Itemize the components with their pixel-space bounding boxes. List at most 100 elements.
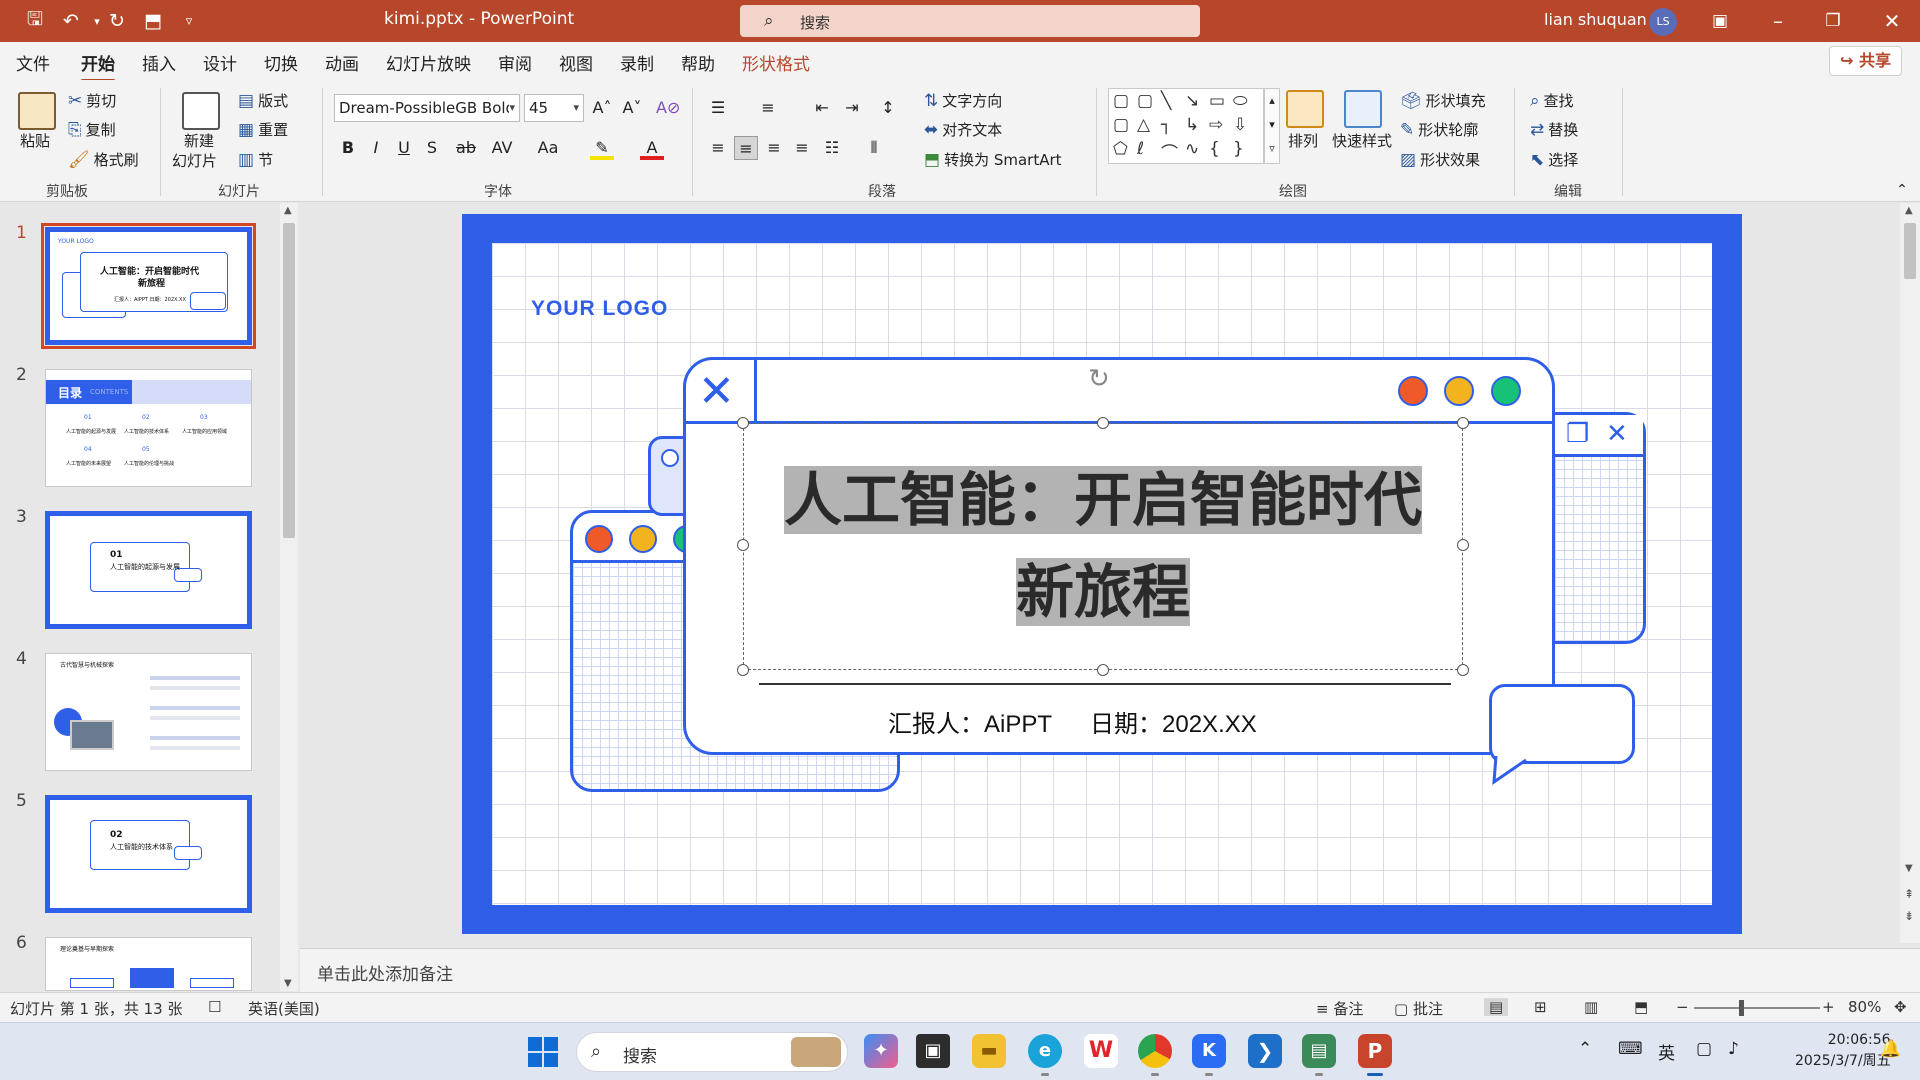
arrange-button[interactable]: 排列	[1288, 130, 1318, 151]
shape-gallery[interactable]: ▢ ▢ ╲ ↘ ▭ ⬭ ▢ △ ┐ ↳ ⇨ ⇩ ⬠ ℓ ⌒ ∿ { }	[1108, 88, 1264, 164]
section-button[interactable]: ▥ 节	[238, 149, 273, 170]
tab-file[interactable]: 文件	[16, 50, 50, 75]
align-right-icon[interactable]: ≡	[762, 136, 786, 160]
wps-icon[interactable]: W	[1084, 1034, 1118, 1068]
resize-handle[interactable]	[737, 539, 749, 551]
font-size-combo[interactable]: 45 ▾	[524, 94, 584, 122]
line-icon[interactable]: ╲	[1161, 91, 1171, 111]
tab-slideshow[interactable]: 幻灯片放映	[386, 50, 471, 75]
clear-format-icon[interactable]: A⊘	[656, 96, 680, 120]
share-button[interactable]: ↪ 共享	[1829, 46, 1902, 76]
right-arrow-icon[interactable]: ⇨	[1209, 115, 1223, 135]
slide-scrollbar[interactable]: ▲ ▼ ⇞ ⇟	[1900, 203, 1920, 943]
resize-handle[interactable]	[737, 417, 749, 429]
change-case-icon[interactable]: Aa	[536, 136, 560, 160]
slide-sorter-icon[interactable]: ⊞	[1534, 998, 1547, 1016]
slide-thumbnail-4[interactable]: 古代智慧与机械探索	[45, 653, 252, 771]
notes-pane[interactable]: 单击此处添加备注	[300, 948, 1920, 992]
system-clock[interactable]: 20:06:56 2025/3/7/周五	[1795, 1030, 1891, 1072]
smartart-button[interactable]: ⬒ 转换为 SmartArt	[924, 149, 1062, 170]
copy-button[interactable]: ⎘ 复制	[68, 119, 116, 140]
tab-review[interactable]: 审阅	[498, 50, 532, 75]
strikethrough-icon[interactable]: ab	[454, 136, 478, 160]
notifications-icon[interactable]: 🔔	[1880, 1039, 1901, 1059]
shadow-icon[interactable]: S	[420, 136, 444, 160]
tab-transitions[interactable]: 切换	[264, 50, 298, 75]
undo-icon[interactable]: ↶	[58, 8, 84, 34]
scroll-thumb[interactable]	[283, 223, 295, 538]
columns-icon[interactable]: ⫴	[862, 136, 886, 160]
scroll-up-icon[interactable]: ▲	[284, 205, 292, 216]
terminal-app-icon[interactable]: ▤	[1302, 1034, 1336, 1076]
format-painter-button[interactable]: 🖌 格式刷	[68, 149, 139, 170]
next-slide-icon[interactable]: ⇟	[1904, 909, 1914, 923]
tab-home[interactable]: 开始	[81, 50, 115, 82]
shape-outline-button[interactable]: ✎ 形状轮廓	[1400, 119, 1478, 140]
distributed-icon[interactable]: ☷	[820, 136, 844, 160]
arrow-line-icon[interactable]: ↘	[1185, 91, 1199, 111]
reading-view-icon[interactable]: ▥	[1584, 998, 1598, 1016]
new-slide-icon[interactable]	[182, 92, 220, 130]
file-explorer-icon[interactable]: ▬	[972, 1034, 1006, 1068]
char-spacing-icon[interactable]: AV	[490, 136, 514, 160]
oval-icon[interactable]: ⬭	[1233, 91, 1248, 111]
powerpoint-icon[interactable]: P	[1358, 1034, 1392, 1076]
rounded-rect-icon[interactable]: ▢	[1113, 115, 1129, 135]
zoom-out-icon[interactable]: −	[1676, 998, 1689, 1016]
slide-thumbnail-5[interactable]: 02 人工智能的技术体系	[45, 795, 252, 913]
tab-view[interactable]: 视图	[559, 50, 593, 75]
redo-icon[interactable]: ↻	[104, 8, 130, 34]
cut-button[interactable]: ✂ 剪切	[68, 90, 116, 111]
prev-slide-icon[interactable]: ⇞	[1904, 887, 1914, 901]
new-slide-dropdown[interactable]: 幻灯片	[172, 150, 217, 171]
edge-icon[interactable]: e	[1028, 1034, 1062, 1076]
ime-indicator[interactable]: 英	[1658, 1039, 1675, 1064]
increase-indent-icon[interactable]: ⇥	[840, 96, 864, 120]
shrink-font-icon[interactable]: A˅	[620, 96, 644, 120]
scroll-thumb[interactable]	[1904, 223, 1916, 279]
slide-thumbnail-1[interactable]: YOUR LOGO 人工智能：开启智能时代 新旅程 汇报人：AiPPT 日期：2…	[41, 223, 256, 349]
italic-icon[interactable]: I	[364, 136, 388, 160]
ribbon-display-icon[interactable]: ▣	[1700, 6, 1740, 36]
scroll-down-icon[interactable]: ▼	[284, 978, 292, 989]
slide-subtitle[interactable]: 汇报人：AiPPT 日期：202X.XX	[888, 704, 1257, 739]
fit-to-window-icon[interactable]: ✥	[1894, 998, 1907, 1016]
resize-handle[interactable]	[1097, 417, 1109, 429]
resize-handle[interactable]	[1457, 417, 1469, 429]
freeform-icon[interactable]: ⬠	[1113, 139, 1128, 159]
present-icon[interactable]: ⬒	[140, 8, 166, 34]
normal-view-icon[interactable]: ▤	[1484, 998, 1509, 1016]
gallery-scroll[interactable]: ▴ ▾ ▿	[1264, 88, 1280, 164]
numbering-icon[interactable]: ≡	[756, 96, 780, 120]
replace-button[interactable]: ⇄ 替换	[1530, 119, 1578, 140]
scroll-down-icon[interactable]: ▼	[1905, 863, 1913, 874]
quick-styles-button[interactable]: 快速样式	[1332, 130, 1392, 151]
elbow-connector-icon[interactable]: ┐	[1161, 115, 1171, 135]
volume-icon[interactable]: ♪	[1728, 1039, 1739, 1059]
shape-effects-button[interactable]: ▨ 形状效果	[1400, 149, 1480, 170]
align-text-button[interactable]: ⬌ 对齐文本	[924, 119, 1002, 140]
decrease-indent-icon[interactable]: ⇤	[810, 96, 834, 120]
align-center-icon[interactable]: ≡	[734, 136, 758, 160]
text-box-icon[interactable]: ▢	[1113, 91, 1129, 111]
left-brace-icon[interactable]: {	[1209, 139, 1220, 159]
slide-thumbnail-6[interactable]: 理论奠基与早期探索	[45, 937, 252, 991]
tab-animations[interactable]: 动画	[325, 50, 359, 75]
scribble-icon[interactable]: ℓ	[1137, 139, 1144, 159]
paste-button[interactable]: 粘贴	[20, 130, 50, 151]
collapse-ribbon-icon[interactable]: ⌃	[1890, 178, 1914, 202]
rectangle-icon[interactable]: ▭	[1209, 91, 1225, 111]
comments-toggle[interactable]: ▢ 批注	[1394, 998, 1443, 1019]
slideshow-view-icon[interactable]: ⬒	[1634, 998, 1648, 1016]
taskbar-search[interactable]: ⌕ 搜索	[576, 1032, 848, 1072]
underline-icon[interactable]: U	[392, 136, 416, 160]
down-arrow-icon[interactable]: ⇩	[1233, 115, 1247, 135]
paste-icon[interactable]	[18, 92, 56, 130]
zoom-level[interactable]: 80%	[1848, 998, 1881, 1016]
slide-logo[interactable]: YOUR LOGO	[531, 297, 668, 321]
arrange-icon[interactable]	[1286, 90, 1324, 128]
zoom-slider-thumb[interactable]	[1739, 1000, 1744, 1016]
avatar[interactable]: LS	[1649, 8, 1677, 36]
tray-overflow-icon[interactable]: ⌃	[1578, 1039, 1592, 1059]
thumbnail-scrollbar[interactable]: ▲ ▼	[280, 203, 298, 991]
